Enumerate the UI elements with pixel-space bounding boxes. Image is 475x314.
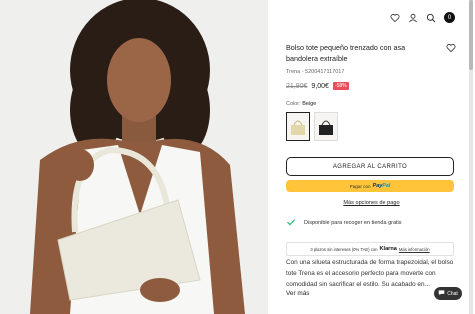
paypal-prefix: Pagar con [349,183,371,189]
product-photo [0,0,268,314]
user-icon[interactable] [408,13,418,23]
chat-bubble-icon [438,289,445,298]
chat-label: Chat [447,290,458,297]
product-info-panel: 0 Bolso tote pequeño trenzado con asa ba… [268,0,475,314]
cart-count-badge[interactable]: 0 [444,12,455,23]
color-swatch-beige[interactable] [286,112,310,141]
product-title: Bolso tote pequeño trenzado con asa band… [286,43,406,63]
color-selection-label: Color: Beige [286,101,316,107]
old-price: 21,90€ [286,82,308,90]
paypal-logo: PayPal [372,183,391,189]
store-pickup-info: Disponible para recoger en tienda gratis [286,217,402,229]
klarna-text: 3 plazos sin intereses (0% TAE) con [310,246,378,252]
discount-badge: -58% [332,82,349,90]
color-label: Color: [286,101,301,107]
product-reference: Trena - 5200417117017 [286,69,345,75]
header-icons: 0 [390,12,455,23]
klarna-installments-box: 3 plazos sin intereses (0% TAE) con Klar… [286,242,454,256]
klarna-more-info-link[interactable]: Más información [399,247,430,252]
price-row: 21,90€ 9,00€ -58% [286,82,349,90]
pickup-text: Disponible para recoger en tienda gratis [304,220,402,226]
product-description: Con una silueta estructurada de forma tr… [286,259,454,288]
wishlist-icon[interactable] [390,13,400,23]
color-value: Beige [302,101,317,107]
favorite-heart-icon[interactable] [446,43,456,53]
color-swatch-black[interactable] [314,112,338,141]
search-icon[interactable] [426,13,436,23]
check-icon [286,217,296,229]
klarna-logo: Klarna [379,246,397,252]
add-to-cart-button[interactable]: AGREGAR AL CARRITO [286,157,454,176]
product-image [0,0,268,314]
page-scrollbar-thumb[interactable] [469,0,473,70]
chat-button[interactable]: Chat [434,287,462,300]
more-payment-options-link[interactable]: Más opciones de pago [268,200,475,206]
current-price: 9,00€ [311,82,329,90]
read-more-link[interactable]: Ver más [286,290,309,297]
paypal-button[interactable]: Pagar con PayPal [286,180,454,192]
